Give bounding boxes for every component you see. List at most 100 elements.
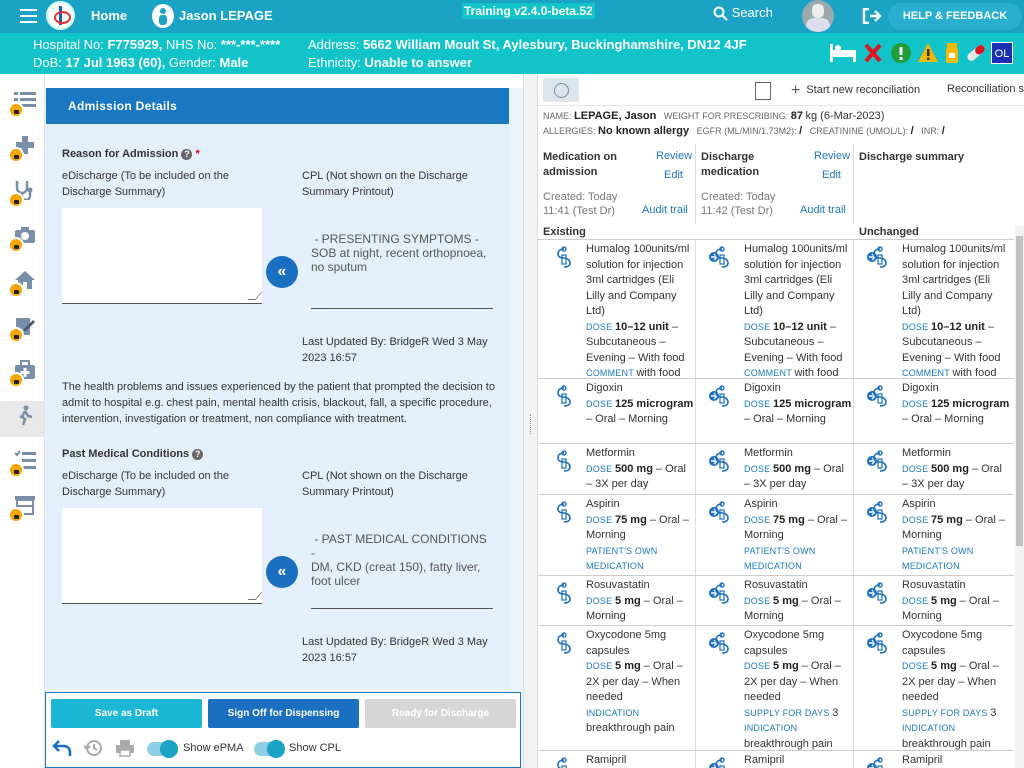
menu-icon[interactable]: [20, 9, 37, 23]
medication-row[interactable]: Aspirin DOSE 75 mg – Oral – Morning PATIEN…: [538, 494, 1014, 575]
show-epma-label: Show ePMA: [183, 742, 244, 754]
discharge-cell[interactable]: Aspirin DOSE 75 mg – Oral – Morning PATIEN…: [696, 495, 854, 575]
sign-off-button[interactable]: Sign Off for Dispensing: [208, 699, 359, 728]
patient-summary: NAME: LEPAGE, Jason WEIGHT FOR PRESCRIBI…: [543, 109, 945, 139]
review-link[interactable]: Review: [656, 150, 692, 162]
admission-cell[interactable]: Aspirin DOSE 75 mg – Oral – Morning PATIEN…: [538, 495, 696, 575]
undo-icon[interactable]: [52, 739, 72, 757]
show-epma-toggle[interactable]: [147, 740, 178, 758]
admission-cell[interactable]: Rosuvastatin DOSE 5 mg – Oral – Morning: [538, 576, 696, 625]
help-icon[interactable]: ?: [181, 148, 193, 160]
medication-text: Oxycodone 5mg capsules DOSE 5 mg – Oral –…: [586, 628, 694, 737]
audit-trail-link[interactable]: Audit trail: [800, 204, 846, 216]
search-button[interactable]: Search: [713, 5, 773, 21]
show-cpl-toggle[interactable]: [254, 740, 285, 758]
review-link[interactable]: Review: [814, 150, 850, 162]
sidebar-item-discharge[interactable]: [0, 401, 44, 437]
medication-name: Rosuvastatin: [586, 579, 650, 591]
sidebar-item-checklist[interactable]: [5, 446, 41, 482]
bed-icon[interactable]: [828, 42, 858, 64]
close-x-icon[interactable]: [864, 42, 882, 64]
prescription-icon[interactable]: [755, 82, 771, 100]
medication-row[interactable]: Metformin DOSE 500 mg – Oral – 3X per day…: [538, 443, 1014, 494]
pmc-edischarge-input[interactable]: [62, 508, 263, 604]
ol-badge[interactable]: OL: [991, 42, 1013, 64]
discharge-cell[interactable]: Rosuvastatin DOSE 5 mg – Oral – Morning: [696, 576, 854, 625]
panel-splitter[interactable]: [523, 74, 538, 768]
medication-icon: [550, 632, 572, 654]
edit-link[interactable]: Edit: [822, 169, 841, 181]
reason-edischarge-input[interactable]: [62, 208, 263, 304]
medication-dose: DOSE 75 mg – Oral – Morning: [744, 513, 852, 544]
scrollbar[interactable]: [1015, 226, 1024, 768]
app-logo[interactable]: [46, 1, 75, 30]
gender-label: Gender:: [168, 55, 216, 70]
sidebar-item-list[interactable]: [5, 86, 41, 122]
sidebar-item-table[interactable]: [5, 491, 41, 527]
ready-discharge-button[interactable]: Ready for Discharge: [365, 699, 516, 728]
splitter-grip[interactable]: [530, 414, 531, 434]
alert-circle-icon[interactable]: [890, 42, 912, 64]
medication-text: Ramipril: [902, 753, 1010, 768]
avatar[interactable]: [802, 0, 834, 32]
medication-row[interactable]: Digoxin DOSE 125 microgram – Oral – Morni…: [538, 378, 1014, 443]
edit-link[interactable]: Edit: [664, 169, 683, 181]
history-icon[interactable]: [83, 739, 103, 757]
reconciliation-status-tab[interactable]: Reconciliation st: [947, 83, 1024, 95]
resize-handle[interactable]: [247, 292, 263, 300]
admission-cell[interactable]: Humalog 100units/ml solution for injecti…: [538, 240, 696, 379]
copy-reason-button[interactable]: «: [266, 256, 298, 288]
resize-handle[interactable]: [247, 592, 263, 600]
admission-cell[interactable]: Oxycodone 5mg capsules DOSE 5 mg – Oral –…: [538, 626, 696, 750]
sidebar-item-camera[interactable]: [5, 221, 41, 257]
admission-cell[interactable]: Ramipril: [538, 751, 696, 768]
sidebar-item-edit[interactable]: [5, 311, 41, 347]
reason-cpl-text[interactable]: - PRESENTING SYMPTOMS - SOB at night, re…: [311, 232, 493, 309]
patient-name[interactable]: Jason LEPAGE: [179, 8, 273, 23]
summary-cell[interactable]: Aspirin DOSE 75 mg – Oral – Morning PATIEN…: [854, 495, 1015, 575]
pill-icon[interactable]: [964, 42, 988, 64]
save-draft-button[interactable]: Save as Draft: [51, 699, 202, 728]
help-feedback-button[interactable]: HELP & FEEDBACK: [888, 3, 1022, 30]
start-reconciliation-button[interactable]: + Start new reconciliation: [791, 82, 920, 100]
print-icon[interactable]: [115, 739, 135, 757]
sidebar-item-medical-bag[interactable]: [5, 356, 41, 392]
scrollbar-thumb[interactable]: [1016, 236, 1023, 546]
discharge-cell[interactable]: Ramipril: [696, 751, 854, 768]
admission-cell[interactable]: Digoxin DOSE 125 microgram – Oral – Morni…: [538, 379, 696, 443]
pmc-cpl-text[interactable]: - PAST MEDICAL CONDITIONS - DM, CKD (cre…: [311, 532, 493, 609]
medication-bottle-icon[interactable]: [943, 42, 961, 64]
medication-text: Aspirin DOSE 75 mg – Oral – Morning PATIEN…: [902, 497, 1010, 575]
sidebar-item-stethoscope[interactable]: [5, 176, 41, 212]
discharge-cell[interactable]: Metformin DOSE 500 mg – Oral – 3X per day: [696, 444, 854, 494]
medication-transfer-icon: [708, 582, 730, 604]
summary-cell[interactable]: Digoxin DOSE 125 microgram – Oral – Morni…: [854, 379, 1015, 443]
discharge-cell[interactable]: Oxycodone 5mg capsules DOSE 5 mg – Oral –…: [696, 626, 854, 750]
discharge-cell[interactable]: Digoxin DOSE 125 microgram – Oral – Morni…: [696, 379, 854, 443]
sidebar-item-home[interactable]: [5, 266, 41, 302]
dose-value: 10–12 unit: [931, 320, 988, 333]
discharge-cell[interactable]: Humalog 100units/ml solution for injecti…: [696, 240, 854, 379]
admission-cell[interactable]: Metformin DOSE 500 mg – Oral – 3X per day: [538, 444, 696, 494]
summary-cell[interactable]: Humalog 100units/ml solution for injecti…: [854, 240, 1015, 379]
summary-cell[interactable]: Ramipril: [854, 751, 1015, 768]
section-unchanged: Unchanged: [859, 226, 919, 238]
sidebar-item-add[interactable]: [5, 131, 41, 167]
summary-cell[interactable]: Metformin DOSE 500 mg – Oral – 3X per day: [854, 444, 1015, 494]
copy-pmc-button[interactable]: «: [266, 556, 298, 588]
audit-trail-link[interactable]: Audit trail: [642, 204, 688, 216]
home-link[interactable]: Home: [91, 8, 127, 23]
dose-label: DOSE: [744, 321, 774, 332]
dose-label: DOSE: [744, 595, 774, 606]
collapse-icon[interactable]: [543, 78, 579, 102]
warning-icon[interactable]: [917, 42, 939, 64]
help-icon[interactable]: ?: [192, 448, 204, 460]
medication-text: Aspirin DOSE 75 mg – Oral – Morning PATIEN…: [744, 497, 852, 575]
logout-icon[interactable]: [862, 8, 882, 24]
summary-cell[interactable]: Oxycodone 5mg capsules DOSE 5 mg – Oral –…: [854, 626, 1015, 750]
summary-cell[interactable]: Rosuvastatin DOSE 5 mg – Oral – Morning: [854, 576, 1015, 625]
medication-row[interactable]: Oxycodone 5mg capsules DOSE 5 mg – Oral –…: [538, 625, 1014, 750]
medication-row[interactable]: Rosuvastatin DOSE 5 mg – Oral – Morning Ro…: [538, 575, 1014, 625]
medication-row[interactable]: Ramipril Ramipril Ramipril: [538, 750, 1014, 768]
medication-row[interactable]: Humalog 100units/ml solution for injecti…: [538, 239, 1015, 379]
